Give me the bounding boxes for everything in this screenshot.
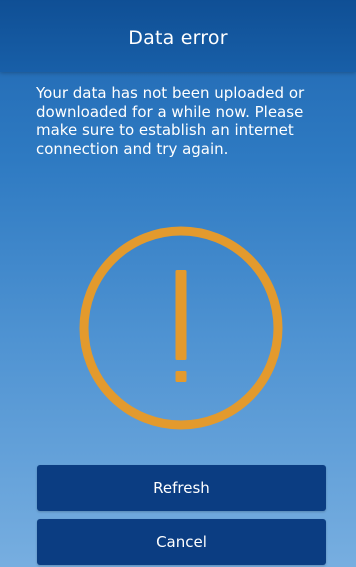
- data-error-screen: Data error Your data has not been upload…: [0, 0, 356, 567]
- warning-exclamation-icon: [79, 226, 283, 430]
- page-title: Data error: [128, 27, 228, 49]
- header-bar: Data error: [0, 0, 356, 72]
- error-message: Your data has not been uploaded or downl…: [36, 84, 305, 158]
- cancel-button[interactable]: Cancel: [37, 519, 326, 565]
- refresh-button[interactable]: Refresh: [37, 465, 326, 511]
